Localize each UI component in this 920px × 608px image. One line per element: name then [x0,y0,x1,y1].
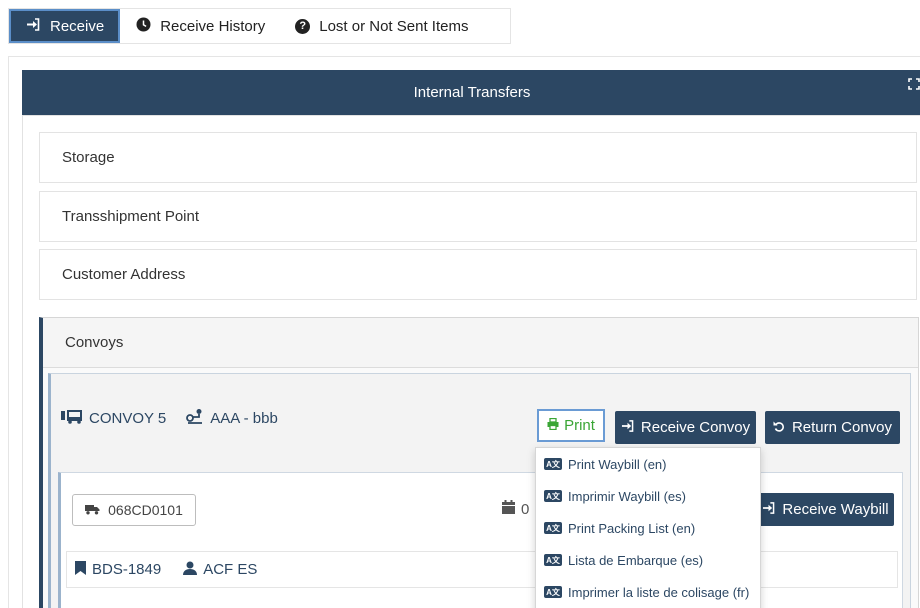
section-storage[interactable]: Storage [39,132,917,183]
question-icon: ? [295,18,311,34]
language-icon: A文 [544,522,562,534]
print-label: Print [564,417,595,434]
menu-item-label: Imprimir Waybill (es) [568,488,686,504]
section-customer-address-label: Customer Address [62,266,186,283]
convoy-route: AAA - bbb [210,409,278,427]
receive-convoy-button[interactable]: Receive Convoy [615,411,756,444]
waybill-plate-badge[interactable]: 068CD0101 [72,494,196,526]
section-storage-label: Storage [62,149,115,166]
tab-receive-label: Receive [50,17,105,35]
menu-item-label: Print Waybill (en) [568,456,667,472]
language-icon: A文 [544,458,562,470]
section-customer-address[interactable]: Customer Address [39,249,917,300]
waybill-date: 0 [502,500,529,518]
convoy-title: CONVOY 5 AAA - bbb [61,408,278,428]
print-button[interactable]: Print [537,409,605,442]
calendar-icon [502,500,515,518]
menu-item-label: Print Packing List (en) [568,520,696,536]
receive-convoy-label: Receive Convoy [640,419,751,436]
panel-header: Internal Transfers [22,70,920,115]
menu-item-packing-list-fr[interactable]: A文 Imprimer la liste de colisage (fr) [536,576,760,608]
menu-item-packing-list-en[interactable]: A文 Print Packing List (en) [536,512,760,544]
sign-in-icon [762,501,775,518]
language-icon: A文 [544,586,562,598]
section-transshipment-label: Transshipment Point [62,208,200,225]
user-icon [183,561,198,579]
print-icon [547,417,559,434]
convoys-label: Convoys [65,334,124,351]
route-icon [186,408,204,428]
waybill-person: ACF ES [203,561,258,578]
waybill-date-text: 0 [521,500,530,518]
undo-icon [773,419,785,436]
print-dropdown-menu: A文 Print Waybill (en) A文 Imprimir Waybil… [535,447,761,608]
bookmark-icon [75,560,86,579]
menu-item-print-waybill-es[interactable]: A文 Imprimir Waybill (es) [536,480,760,512]
return-convoy-label: Return Convoy [791,419,893,436]
menu-item-label: Lista de Embarque (es) [568,552,704,568]
menu-item-print-waybill-en[interactable]: A文 Print Waybill (en) [536,448,760,480]
tab-lost-items[interactable]: ? Lost or Not Sent Items [280,9,483,43]
sign-in-icon [25,18,41,34]
convoy-truck-icon [61,409,83,428]
expand-icon[interactable] [908,78,920,93]
language-icon: A文 [544,554,562,566]
menu-item-packing-list-es[interactable]: A文 Lista de Embarque (es) [536,544,760,576]
panel-title: Internal Transfers [413,84,531,101]
waybill-detail-row: BDS-1849 ACF ES [66,551,898,588]
return-convoy-button[interactable]: Return Convoy [765,411,900,444]
tab-receive-history-label: Receive History [160,17,266,35]
language-icon: A文 [544,490,562,502]
sign-in-icon [621,419,634,436]
waybill-plate: 068CD0101 [108,502,183,518]
tab-bar: Receive Receive History ? Lost or Not Se… [8,8,511,44]
tab-receive-history[interactable]: Receive History [120,9,280,43]
tab-receive[interactable]: Receive [9,9,121,43]
receive-waybill-label: Receive Waybill [782,501,889,518]
convoys-header[interactable]: Convoys [43,318,918,368]
waybill-code: BDS-1849 [92,561,162,578]
clock-icon [135,17,151,35]
tab-lost-items-label: Lost or Not Sent Items [319,17,469,35]
convoy-name: CONVOY 5 [89,409,167,427]
truck-icon [85,502,100,518]
receive-waybill-button[interactable]: Receive Waybill [757,493,894,526]
section-transshipment-point[interactable]: Transshipment Point [39,191,917,242]
menu-item-label: Imprimer la liste de colisage (fr) [568,584,750,600]
